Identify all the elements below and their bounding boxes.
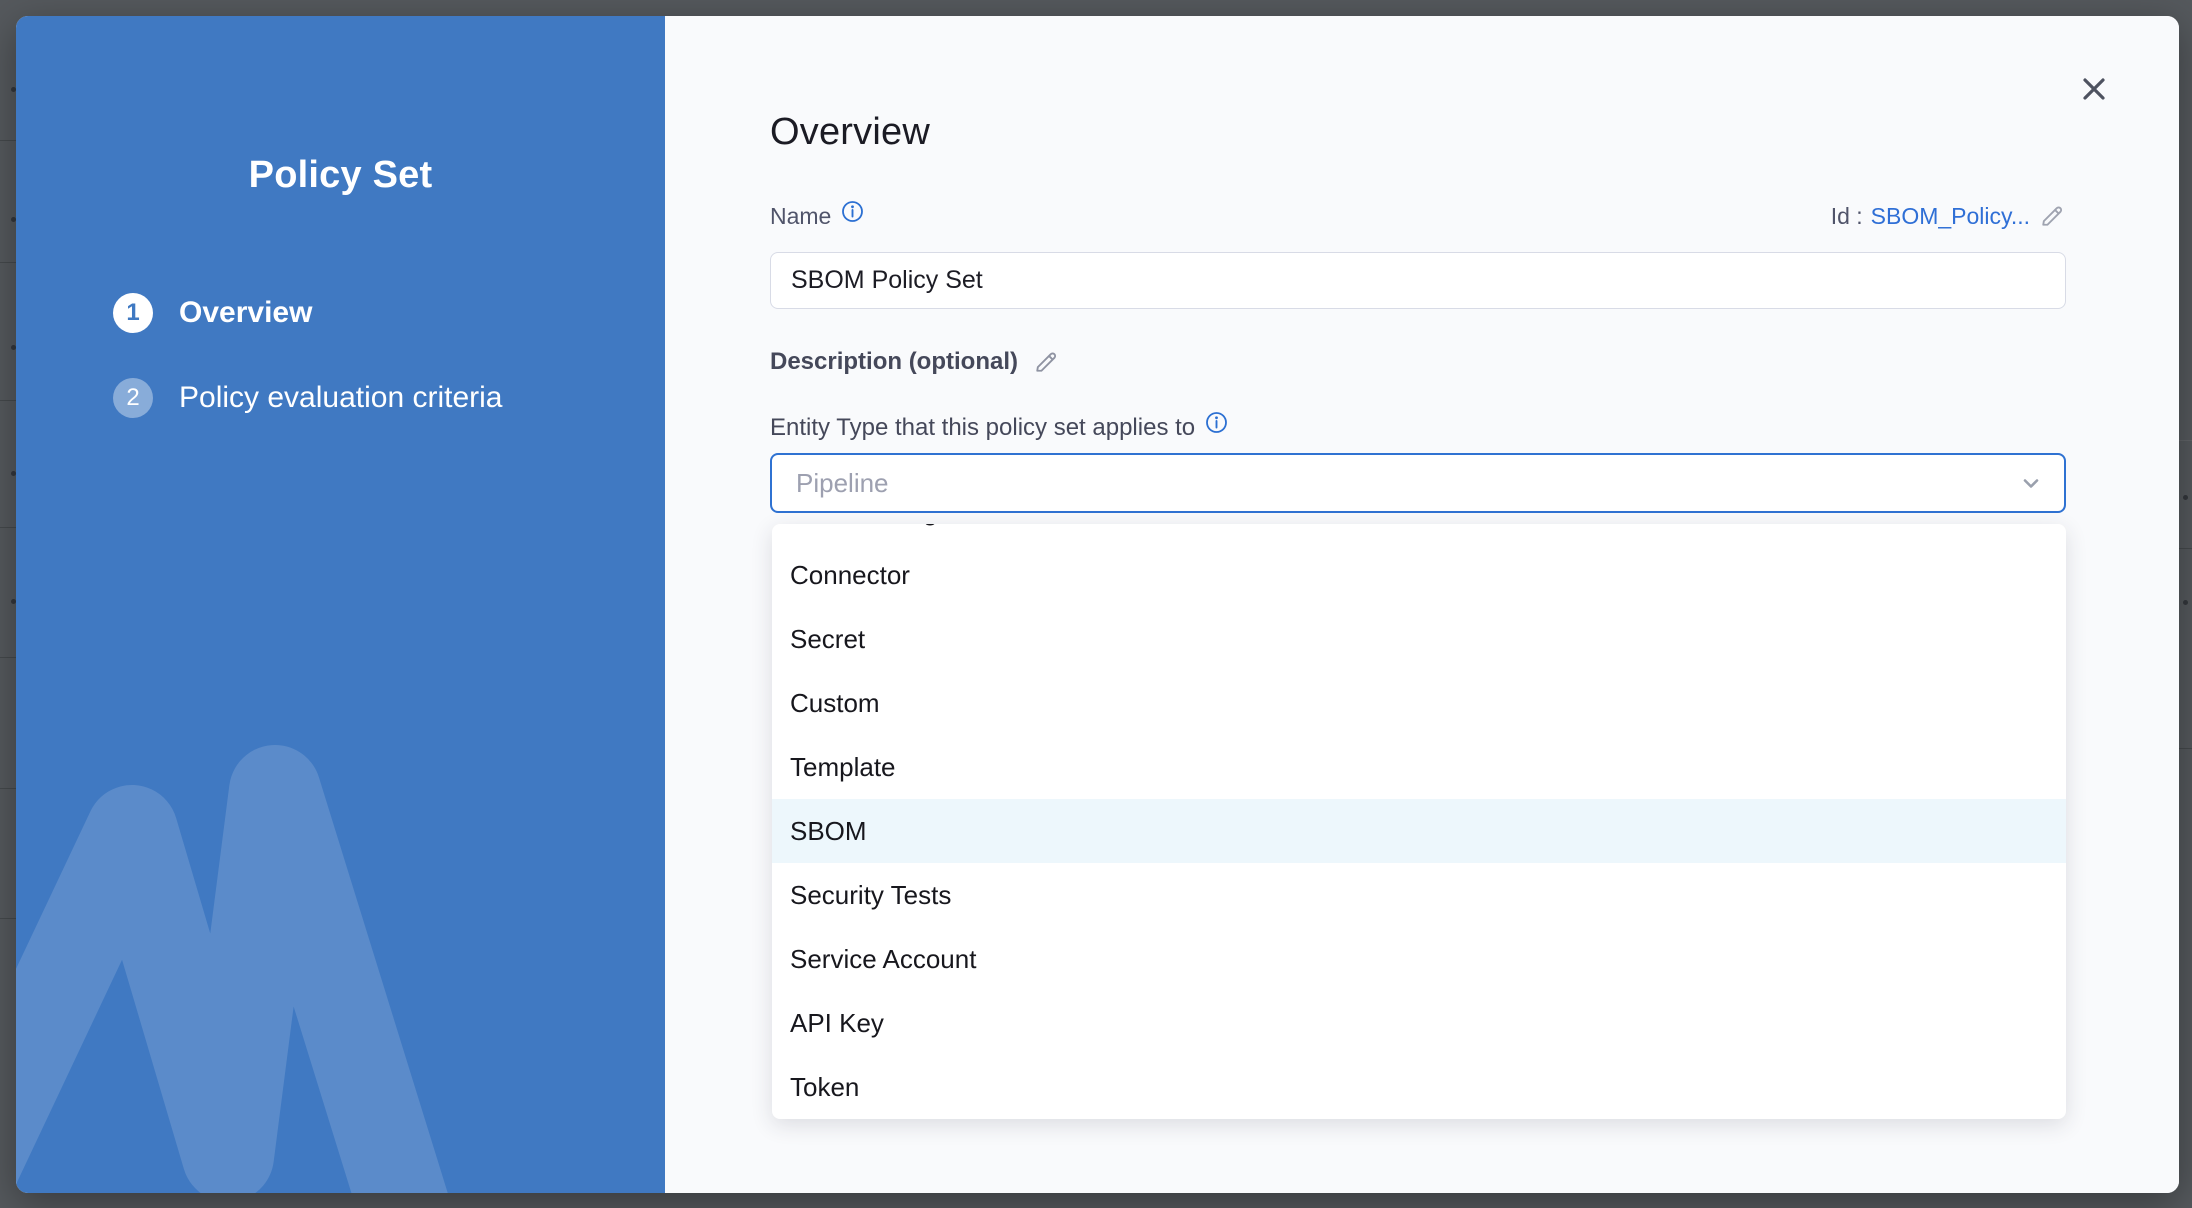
modal-sidebar: Policy Set 1 Overview 2 Policy evaluatio… bbox=[16, 16, 665, 1193]
list-item-secret[interactable]: Secret bbox=[772, 607, 2066, 671]
dropdown-list: Feature Flag Connector Secret Custom Tem… bbox=[772, 524, 2066, 1119]
list-item-template[interactable]: Template bbox=[772, 735, 2066, 799]
list-item-security-tests[interactable]: Security Tests bbox=[772, 863, 2066, 927]
name-label: Name bbox=[770, 203, 831, 230]
list-item-feature-flag[interactable]: Feature Flag bbox=[772, 524, 2066, 543]
select-placeholder: Pipeline bbox=[796, 468, 889, 499]
list-item-token[interactable]: Token bbox=[772, 1055, 2066, 1119]
id-prefix-label: Id : bbox=[1831, 203, 1863, 230]
list-item-sbom[interactable]: SBOM bbox=[772, 799, 2066, 863]
entity-type-select[interactable]: Pipeline bbox=[770, 453, 2066, 513]
pencil-icon bbox=[1032, 348, 1060, 376]
list-item-custom[interactable]: Custom bbox=[772, 671, 2066, 735]
page-title: Overview bbox=[770, 111, 930, 154]
step-2-label: Policy evaluation criteria bbox=[179, 381, 502, 415]
modal-content: Overview Name Id : SBOM_Policy... bbox=[665, 16, 2179, 1193]
chevron-down-icon bbox=[2016, 468, 2046, 498]
name-input[interactable] bbox=[770, 252, 2066, 309]
id-value-link[interactable]: SBOM_Policy... bbox=[1871, 203, 2030, 230]
info-icon[interactable] bbox=[841, 200, 864, 228]
policy-set-modal: Policy Set 1 Overview 2 Policy evaluatio… bbox=[16, 16, 2179, 1193]
step-1-badge: 1 bbox=[113, 293, 153, 333]
description-label: Description (optional) bbox=[770, 348, 1018, 376]
entity-type-row: Entity Type that this policy set applies… bbox=[770, 414, 1228, 442]
entity-id: Id : SBOM_Policy... bbox=[1831, 202, 2066, 230]
wizard-step-overview[interactable]: 1 Overview bbox=[113, 293, 312, 333]
wizard-step-policy-evaluation-criteria[interactable]: 2 Policy evaluation criteria bbox=[113, 378, 502, 418]
list-item-service-account[interactable]: Service Account bbox=[772, 927, 2066, 991]
entity-type-label: Entity Type that this policy set applies… bbox=[770, 414, 1195, 442]
close-button[interactable] bbox=[2077, 72, 2111, 106]
edit-id-button[interactable] bbox=[2038, 202, 2066, 230]
pencil-icon bbox=[2038, 202, 2066, 230]
close-icon bbox=[2077, 72, 2111, 106]
info-icon[interactable] bbox=[1205, 411, 1228, 439]
description-row: Description (optional) bbox=[770, 348, 1060, 376]
name-id-row: Name Id : SBOM_Policy... bbox=[770, 202, 2066, 230]
entity-type-dropdown: Feature Flag Connector Secret Custom Tem… bbox=[772, 524, 2066, 1119]
wizard-title: Policy Set bbox=[16, 154, 665, 197]
list-item-api-key[interactable]: API Key bbox=[772, 991, 2066, 1055]
list-item-connector[interactable]: Connector bbox=[772, 543, 2066, 607]
step-1-label: Overview bbox=[179, 296, 312, 330]
step-2-badge: 2 bbox=[113, 378, 153, 418]
edit-description-button[interactable] bbox=[1032, 348, 1060, 376]
